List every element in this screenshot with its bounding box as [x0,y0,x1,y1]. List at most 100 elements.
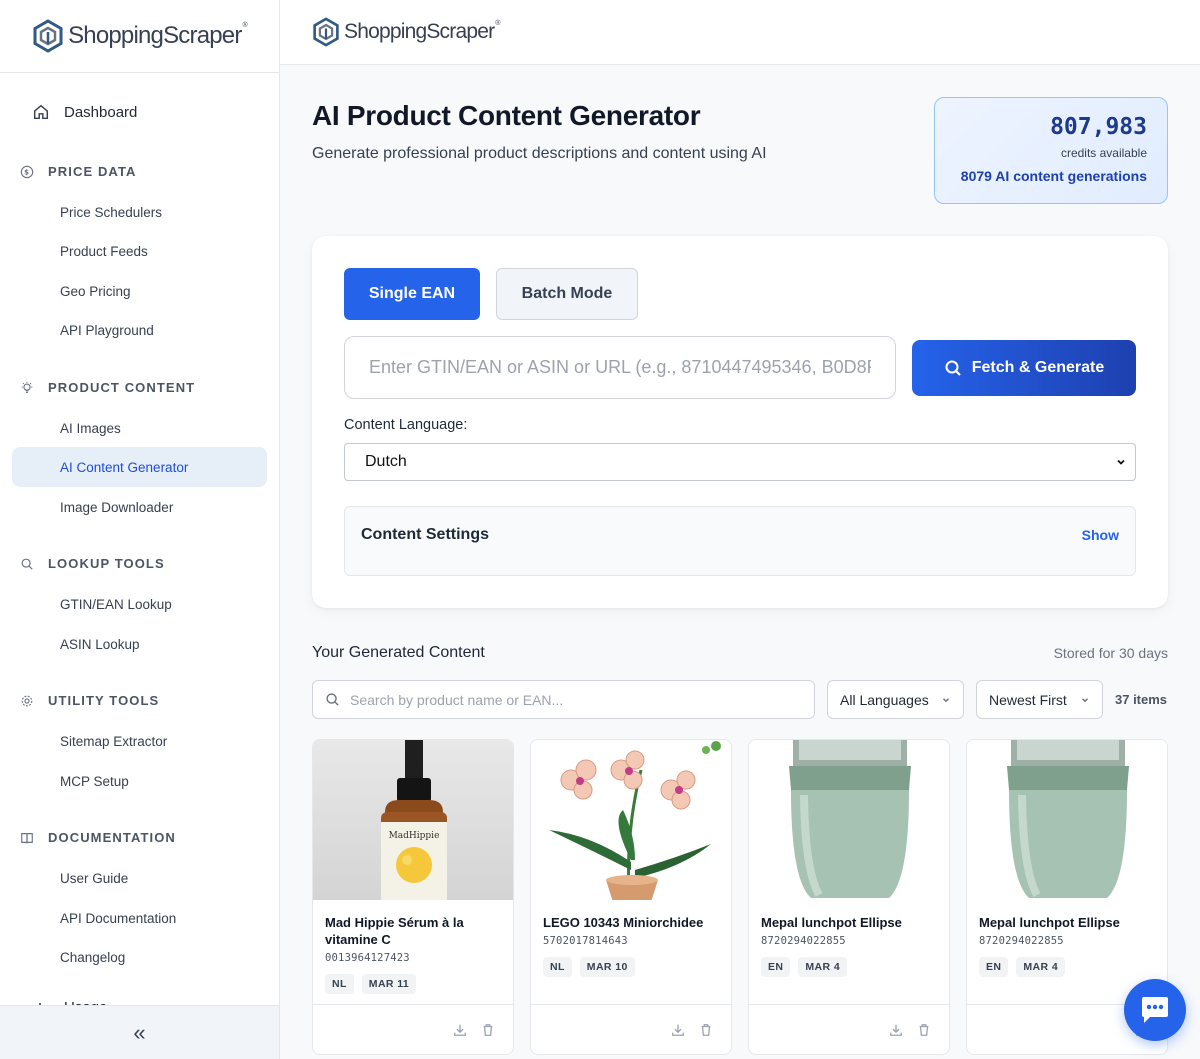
download-icon[interactable] [453,1023,467,1037]
sidebar-item-api-documentation[interactable]: API Documentation [12,898,267,938]
content-settings-toggle[interactable]: Show [1082,527,1119,543]
sidebar-item-geo-pricing[interactable]: Geo Pricing [12,271,267,311]
section-price-data: $ PRICE DATA [20,164,137,179]
home-icon [33,104,49,120]
download-icon[interactable] [889,1023,903,1037]
generated-content-title: Your Generated Content [312,644,485,661]
product-ean: 5702017814643 [543,935,628,947]
credits-label: credits available [1060,146,1147,160]
trash-icon[interactable] [917,1023,931,1037]
product-image [531,740,731,900]
search-icon [326,693,339,706]
chat-icon [1142,997,1168,1023]
product-actions [531,1004,731,1054]
chevron-down-icon [1081,697,1089,702]
date-badge: MAR 11 [361,974,417,994]
product-card[interactable]: MadHippie Mad Hippie Sérum à la vitamine… [312,739,514,1055]
trash-icon[interactable] [481,1023,495,1037]
product-name: Mepal lunchpot Ellipse [761,915,902,930]
sidebar-item-dashboard[interactable]: Dashboard [32,103,137,121]
sidebar-item-price-schedulers[interactable]: Price Schedulers [12,192,267,232]
language-badge: NL [325,974,354,994]
sidebar-item-ai-images[interactable]: AI Images [12,408,267,448]
chevron-down-icon [1117,459,1125,465]
product-card[interactable]: Mepal lunchpot Ellipse 8720294022855 EN … [748,739,950,1055]
content-language-label: Content Language: [344,417,468,433]
language-badge: EN [761,957,791,977]
search-icon [945,360,961,376]
serum-bottle-image: MadHippie [381,740,447,900]
lightbulb-icon [21,381,33,393]
product-name: LEGO 10343 Miniorchidee [543,915,704,930]
storage-note: Stored for 30 days [1053,645,1168,661]
content-language-select[interactable]: Dutch [344,443,1136,481]
sidebar-item-image-downloader[interactable]: Image Downloader [12,487,267,527]
sidebar: ShoppingScraper® Dashboard $ PRICE DATA … [0,0,280,1059]
lunchpot-image [1007,740,1129,898]
product-ean: 8720294022855 [979,935,1064,947]
date-badge: MAR 10 [579,957,635,977]
product-actions [313,1004,513,1054]
sidebar-item-user-guide[interactable]: User Guide [12,858,267,898]
sort-dropdown[interactable]: Newest First [976,680,1103,719]
fetch-generate-button[interactable]: Fetch & Generate [912,340,1136,396]
svg-text:$: $ [24,168,30,176]
sidebar-item-asin-lookup[interactable]: ASIN Lookup [12,624,267,664]
page-title: AI Product Content Generator [312,100,701,131]
generator-card: Single EAN Batch Mode Fetch & Generate C… [312,236,1168,608]
content-settings-title: Content Settings [361,526,489,543]
brand-name: ShoppingScraper® [68,22,248,49]
product-name: Mepal lunchpot Ellipse [979,915,1120,930]
section-utility-tools: UTILITY TOOLS [20,693,159,708]
product-ean: 8720294022855 [761,935,846,947]
sidebar-item-gtin-lookup[interactable]: GTIN/EAN Lookup [12,584,267,624]
lunchpot-image [789,740,911,898]
sidebar-item-ai-content-generator[interactable]: AI Content Generator [12,447,267,487]
brand-logo-icon [313,17,339,47]
chevron-down-icon [942,697,950,702]
section-documentation: DOCUMENTATION [20,830,176,845]
items-count: 37 items [1115,692,1168,707]
download-icon[interactable] [671,1023,685,1037]
brand-logo-icon [33,19,63,53]
tab-batch-mode[interactable]: Batch Mode [496,268,638,320]
svg-text:MadHippie: MadHippie [389,831,440,841]
sidebar-logo[interactable]: ShoppingScraper® [0,0,279,73]
date-badge: MAR 4 [798,957,848,977]
section-product-content: PRODUCT CONTENT [20,380,195,395]
search-icon [21,558,33,570]
language-filter-dropdown[interactable]: All Languages [827,680,964,719]
book-icon [21,832,33,843]
content-settings-panel: Content Settings Show [344,506,1136,576]
credits-panel: 807,983 credits available 8079 AI conten… [934,97,1168,204]
product-image [749,740,949,900]
credits-amount: 807,983 [1050,114,1147,140]
section-lookup-tools: LOOKUP TOOLS [20,556,165,571]
double-chevron-left-icon: « [133,1019,146,1045]
sidebar-item-sitemap-extractor[interactable]: Sitemap Extractor [12,721,267,761]
sidebar-item-mcp-setup[interactable]: MCP Setup [12,761,267,801]
credits-generations: 8079 AI content generations [960,168,1147,184]
date-badge: MAR 4 [1016,957,1066,977]
product-card[interactable]: LEGO 10343 Miniorchidee 5702017814643 NL… [530,739,732,1055]
page-subtitle: Generate professional product descriptio… [312,145,767,162]
tab-single-ean[interactable]: Single EAN [344,268,480,320]
product-actions [749,1004,949,1054]
product-image [967,740,1167,900]
language-badge: EN [979,957,1009,977]
sidebar-collapse-button[interactable]: « [0,1005,279,1059]
sidebar-item-changelog[interactable]: Changelog [12,937,267,977]
top-header: ShoppingScraper® [280,0,1200,65]
language-badge: NL [543,957,572,977]
trash-icon[interactable] [699,1023,713,1037]
brand-name: ShoppingScraper® [344,20,501,43]
ean-input[interactable] [344,336,896,399]
sidebar-item-api-playground[interactable]: API Playground [12,310,267,350]
dollar-circle-icon: $ [20,165,34,178]
gear-icon [21,695,33,706]
header-logo[interactable]: ShoppingScraper® [312,17,501,47]
content-search-input[interactable]: Search by product name or EAN... [312,680,815,719]
sidebar-item-product-feeds[interactable]: Product Feeds [12,231,267,271]
chat-widget-button[interactable] [1124,979,1186,1041]
product-name: Mad Hippie Sérum à la vitamine C [325,915,464,947]
